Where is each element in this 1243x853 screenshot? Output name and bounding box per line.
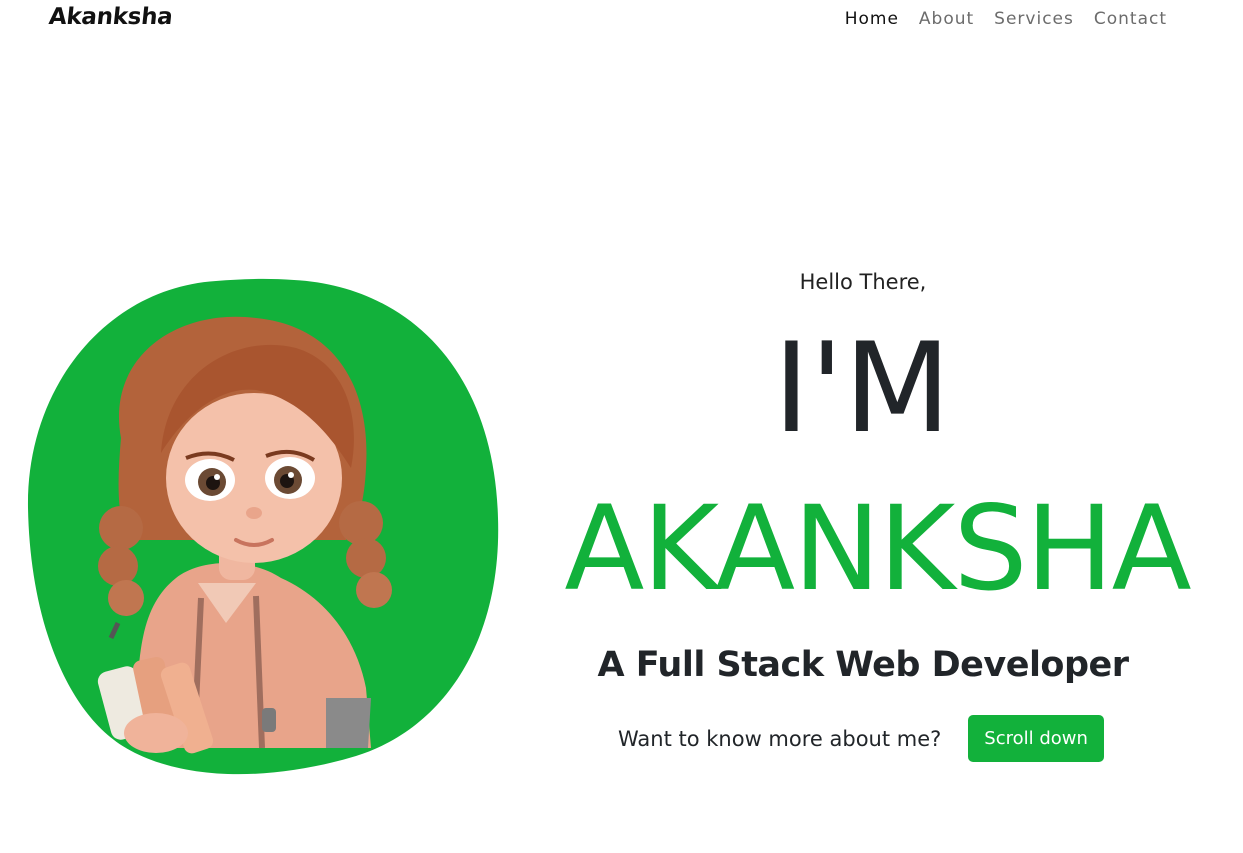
hero-name: AKANKSHA [564, 480, 1191, 617]
nav-menu: Home About Services Contact [845, 9, 1167, 29]
girl-figure [97, 316, 392, 754]
brand-logo[interactable]: Akanksha [48, 4, 174, 30]
nav-contact-link[interactable]: Contact [1094, 9, 1167, 29]
hero-intro: I'M [773, 317, 951, 461]
hero-role: A Full Stack Web Developer [597, 645, 1129, 685]
hero-greeting: Hello There, [799, 270, 927, 294]
cta-text: Want to know more about me? [618, 726, 942, 751]
nav-home-link[interactable]: Home [845, 9, 899, 29]
nav-about-link[interactable]: About [919, 9, 974, 29]
nav-services-link[interactable]: Services [994, 9, 1074, 29]
scroll-down-button[interactable]: Scroll down [968, 715, 1104, 762]
hero-avatar-image [27, 278, 499, 775]
page: Akanksha Home About Services Contact Hel… [0, 0, 1243, 853]
hero-cta-row: Want to know more about me? Scroll down [618, 715, 1104, 762]
